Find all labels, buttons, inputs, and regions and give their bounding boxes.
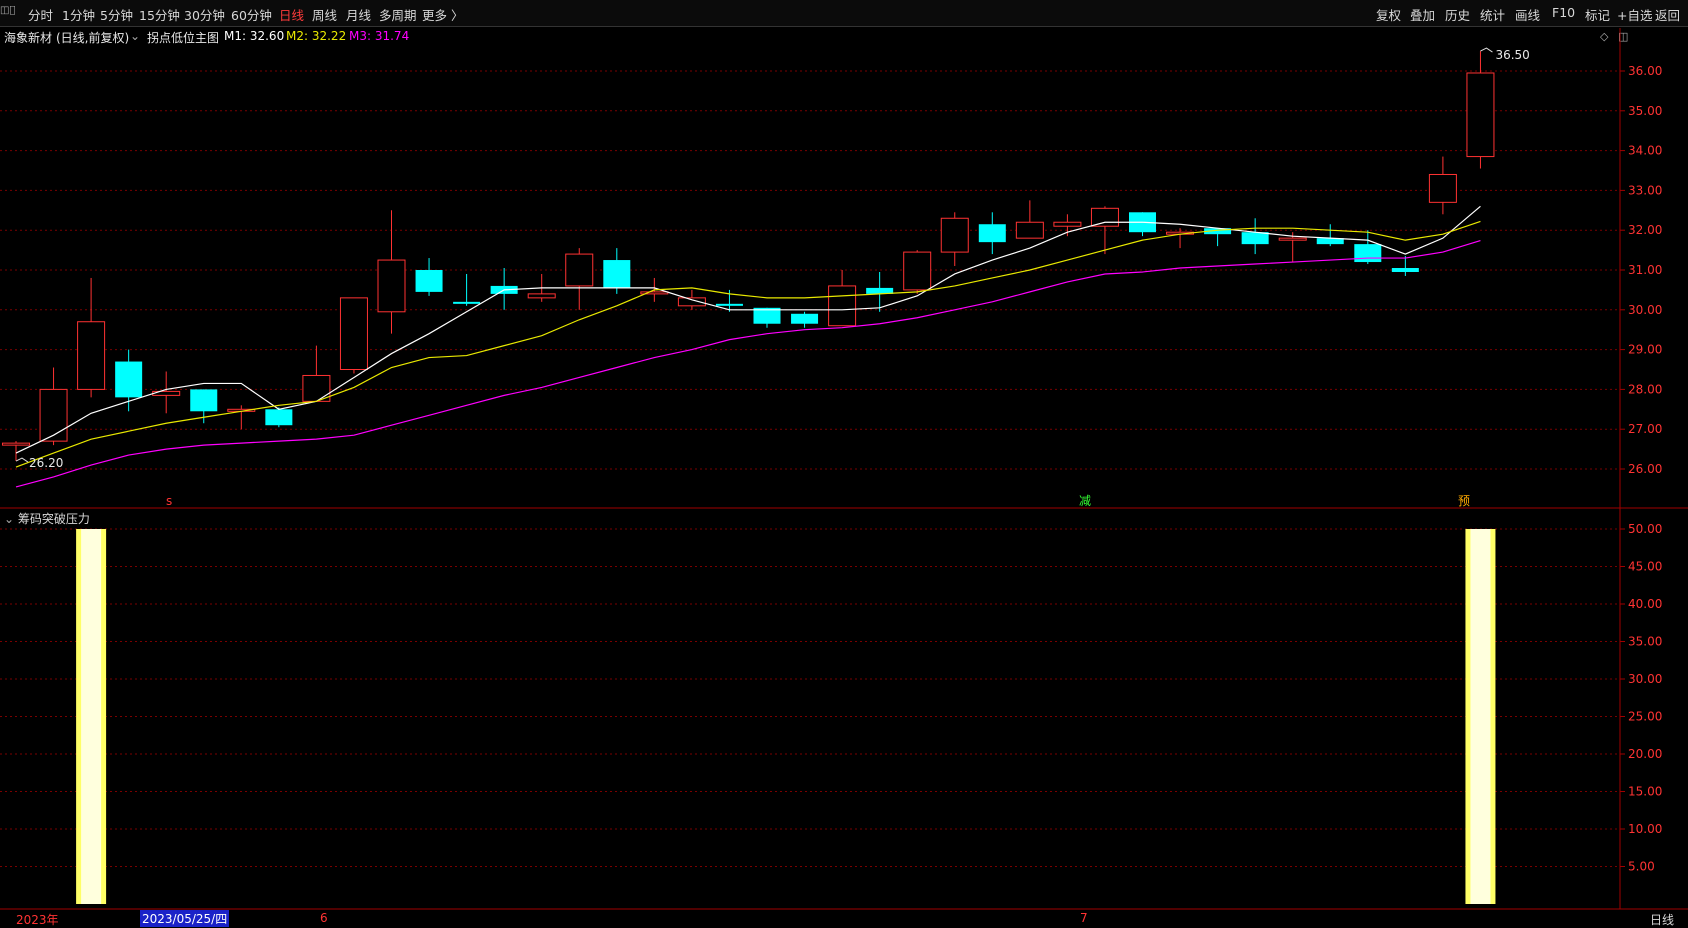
indicator-tick-label: 20.00	[1628, 747, 1662, 761]
candle-body	[1466, 72, 1495, 158]
price-tick-label: 26.00	[1628, 462, 1662, 476]
price-tick-label: 36.00	[1628, 64, 1662, 78]
candle-body	[1241, 232, 1269, 245]
marker-s: s	[166, 494, 172, 508]
indicator-tick-label: 30.00	[1628, 672, 1662, 686]
candle-body	[940, 217, 969, 253]
month-6-label: 6	[320, 911, 328, 925]
selected-date: 2023/05/25/四	[140, 910, 230, 927]
candle-body	[39, 388, 68, 442]
indicator-tick-label: 10.00	[1628, 822, 1662, 836]
price-tick-label: 31.00	[1628, 263, 1662, 277]
price-tick-label: 27.00	[1628, 422, 1662, 436]
high-price-label: 36.50	[1495, 48, 1529, 62]
candle-body	[828, 285, 857, 327]
low-marker	[15, 457, 29, 463]
price-tick-label: 28.00	[1628, 382, 1662, 396]
price-tick-label: 30.00	[1628, 303, 1662, 317]
indicator-tick-label: 25.00	[1628, 710, 1662, 724]
candle-body	[978, 224, 1006, 243]
indicator-bar-highlight	[1470, 529, 1491, 904]
time-axis	[0, 911, 1688, 925]
marker-jian: 减	[1079, 494, 1091, 508]
ma-line-m3	[15, 239, 1481, 488]
candle-body	[2, 442, 30, 446]
candle-body	[1354, 244, 1382, 263]
candle-body	[453, 301, 481, 304]
candle-body	[77, 321, 106, 390]
candle-body	[415, 270, 443, 292]
ma-line-m2	[15, 220, 1481, 468]
price-tick-label: 29.00	[1628, 343, 1662, 357]
price-tick-label: 35.00	[1628, 104, 1662, 118]
candle-body	[190, 389, 218, 412]
candle-body	[377, 259, 406, 313]
candle-body	[1391, 268, 1419, 272]
indicator-tick-label: 15.00	[1628, 785, 1662, 799]
marker-yu: 预	[1458, 494, 1470, 508]
low-price-label: 26.20	[29, 456, 63, 470]
candle-body	[527, 293, 556, 299]
year-label: 2023年	[16, 913, 59, 927]
candle-body	[1428, 173, 1457, 203]
price-tick-label: 34.00	[1628, 144, 1662, 158]
candle-body	[339, 297, 368, 370]
price-tick-label: 32.00	[1628, 223, 1662, 237]
period-label: 日线	[1650, 913, 1675, 927]
price-tick-label: 33.00	[1628, 183, 1662, 197]
candle-body	[1015, 221, 1044, 239]
candle-body	[791, 313, 819, 324]
indicator-tick-label: 35.00	[1628, 635, 1662, 649]
candle-body	[565, 253, 594, 287]
indicator-tick-label: 40.00	[1628, 597, 1662, 611]
high-marker	[1480, 47, 1493, 53]
candle-body	[1090, 207, 1119, 227]
candle-body	[1053, 221, 1082, 227]
month-7-label: 7	[1080, 911, 1088, 925]
candle-body	[903, 251, 932, 291]
kline-chart[interactable]: 26.00 27.00 28.00 29.00 30.00 31.00 32.00 33.00…	[0, 0, 1688, 925]
indicator-bar-highlight	[81, 529, 102, 904]
candle-body	[115, 361, 143, 398]
indicator-tick-label: 45.00	[1628, 560, 1662, 574]
candle-body	[603, 260, 631, 288]
candle-body	[1278, 237, 1307, 241]
candle-body	[715, 303, 743, 306]
candle-body	[265, 409, 293, 426]
indicator-tick-label: 5.00	[1628, 860, 1655, 874]
indicator-tick-label: 50.00	[1628, 522, 1662, 536]
